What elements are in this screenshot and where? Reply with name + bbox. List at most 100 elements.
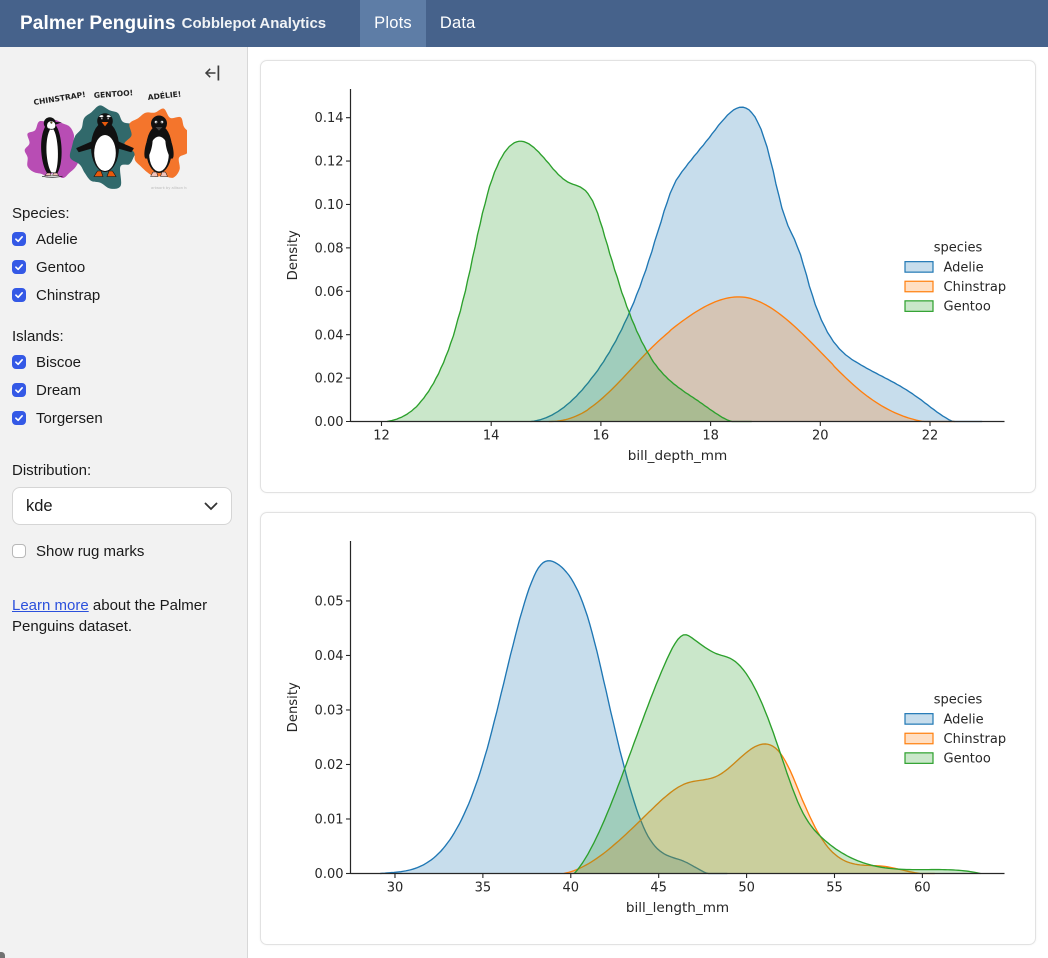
checkbox-row-adelie: Adelie	[12, 232, 235, 246]
checkbox-row-chinstrap: Chinstrap	[12, 288, 235, 302]
legend-patch-gentoo	[905, 753, 933, 764]
species-group-label: Species:	[12, 205, 235, 222]
learn-more-link[interactable]: Learn more	[12, 597, 89, 614]
y-tick-label: 0.10	[315, 198, 344, 213]
x-tick-label: 20	[812, 429, 829, 444]
legend-label-adelie: Adelie	[944, 261, 984, 276]
legend-patch-gentoo	[905, 301, 933, 312]
y-tick-label: 0.00	[315, 867, 344, 882]
legend-patch-chinstrap	[905, 733, 933, 744]
app-title: Palmer Penguins	[20, 13, 176, 35]
card-bill-length: 30 35 40 45 50 55 60 0.00 0.01 0.02 0.03 0.04 0.05 bi…	[260, 512, 1036, 945]
legend-patch-adelie	[905, 262, 933, 273]
x-tick-label: 55	[826, 881, 843, 896]
species-group: Species: Adelie Gentoo Chinstrap	[12, 205, 235, 316]
checkbox-label-rug: Show rug marks	[36, 543, 144, 560]
legend-label-chinstrap: Chinstrap	[944, 732, 1007, 747]
x-tick-label: 14	[483, 429, 500, 444]
islands-group-label: Islands:	[12, 328, 235, 345]
x-tick-label: 12	[373, 429, 390, 444]
collapse-left-icon	[204, 64, 221, 82]
checkbox-label-chinstrap: Chinstrap	[36, 287, 100, 304]
x-tick-label: 35	[475, 881, 492, 896]
x-tick-label: 30	[387, 881, 404, 896]
rug-group: Show rug marks	[12, 544, 235, 572]
app-layout: CHINSTRAP! GENTOO! ADÉLIE! artwork by al…	[0, 47, 1048, 958]
logo-captions: CHINSTRAP! GENTOO! ADÉLIE!	[33, 88, 182, 107]
card-bill-depth: 12 14 16 18 20 22 0.00 0.02 0.04 0.06 0.08 0.10 0.12…	[260, 60, 1036, 493]
x-axis-label: bill_depth_mm	[628, 448, 728, 464]
y-axis-label: Density	[286, 682, 301, 732]
y-tick-label: 0.04	[315, 649, 344, 664]
distribution-label: Distribution:	[12, 462, 235, 479]
artwork-signature: artwork by allison horst	[151, 186, 187, 190]
chevron-down-icon	[204, 502, 218, 511]
checkbox-chinstrap[interactable]	[12, 288, 26, 302]
y-axis-label: Density	[286, 230, 301, 280]
checkbox-row-torgersen: Torgersen	[12, 411, 235, 425]
y-tick-label: 0.04	[315, 328, 344, 343]
y-tick-label: 0.02	[315, 758, 344, 773]
distribution-value: kde	[26, 497, 204, 516]
x-tick-label: 60	[914, 881, 931, 896]
checkbox-row-gentoo: Gentoo	[12, 260, 235, 274]
distribution-group: Distribution: kde	[12, 462, 235, 525]
navbar-brand-group: Palmer Penguins Cobblepot Analytics	[0, 0, 326, 47]
navbar: Palmer Penguins Cobblepot Analytics Plot…	[0, 0, 1048, 47]
distribution-select[interactable]: kde	[12, 487, 232, 525]
chart-bill-length: 30 35 40 45 50 55 60 0.00 0.01 0.02 0.03 0.04 0.05 bi…	[261, 513, 1035, 944]
sidebar: CHINSTRAP! GENTOO! ADÉLIE! artwork by al…	[0, 47, 248, 958]
checkbox-label-adelie: Adelie	[36, 231, 78, 248]
y-tick-label: 0.08	[315, 241, 344, 256]
caption-gentoo: GENTOO!	[94, 88, 134, 100]
x-tick-label: 22	[922, 429, 939, 444]
x-tick-label: 16	[593, 429, 610, 444]
islands-group: Islands: Biscoe Dream Torgersen	[12, 328, 235, 439]
y-tick-label: 0.03	[315, 704, 344, 719]
chart-bill-depth: 12 14 16 18 20 22 0.00 0.02 0.04 0.06 0.08 0.10 0.12…	[261, 61, 1035, 492]
nav-tabs: Plots Data	[360, 0, 489, 47]
x-tick-label: 50	[738, 881, 755, 896]
legend-label-gentoo: Gentoo	[944, 752, 991, 767]
checkbox-torgersen[interactable]	[12, 411, 26, 425]
y-tick-label: 0.14	[315, 111, 344, 126]
checkbox-row-biscoe: Biscoe	[12, 355, 235, 369]
penguins-logo: CHINSTRAP! GENTOO! ADÉLIE! artwork by al…	[11, 86, 187, 197]
legend-title: species	[934, 241, 983, 256]
x-tick-label: 18	[702, 429, 719, 444]
checkbox-dream[interactable]	[12, 383, 26, 397]
checkbox-label-gentoo: Gentoo	[36, 259, 85, 276]
y-tick-label: 0.01	[315, 813, 344, 828]
legend-label-chinstrap: Chinstrap	[944, 280, 1007, 295]
learn-more-text: Learn more about the Palmer Penguins dat…	[12, 595, 217, 637]
x-axis-label: bill_length_mm	[626, 900, 729, 916]
checkbox-label-torgersen: Torgersen	[36, 410, 103, 427]
y-tick-label: 0.05	[315, 595, 344, 610]
y-tick-label: 0.02	[315, 372, 344, 387]
checkbox-rug[interactable]	[12, 544, 26, 558]
legend-patch-chinstrap	[905, 281, 933, 292]
main-content: 12 14 16 18 20 22 0.00 0.02 0.04 0.06 0.08 0.10 0.12…	[248, 47, 1048, 958]
checkbox-label-dream: Dream	[36, 382, 81, 399]
checkbox-adelie[interactable]	[12, 232, 26, 246]
checkbox-row-rug: Show rug marks	[12, 544, 235, 558]
y-tick-label: 0.06	[315, 285, 344, 300]
checkbox-biscoe[interactable]	[12, 355, 26, 369]
y-tick-label: 0.00	[315, 415, 344, 430]
legend-title: species	[934, 693, 983, 708]
tab-data[interactable]: Data	[426, 0, 490, 47]
corner-notification	[0, 952, 5, 958]
penguins-artwork: CHINSTRAP! GENTOO! ADÉLIE! artwork by al…	[11, 86, 187, 192]
caption-adelie: ADÉLIE!	[147, 90, 181, 102]
legend-label-adelie: Adelie	[944, 713, 984, 728]
app-subtitle: Cobblepot Analytics	[182, 15, 326, 32]
x-tick-label: 45	[650, 881, 667, 896]
sidebar-collapse-button[interactable]	[204, 64, 221, 82]
caption-chinstrap: CHINSTRAP!	[33, 90, 86, 107]
checkbox-label-biscoe: Biscoe	[36, 354, 81, 371]
y-tick-label: 0.12	[315, 155, 344, 170]
legend-patch-adelie	[905, 714, 933, 725]
checkbox-gentoo[interactable]	[12, 260, 26, 274]
x-tick-label: 40	[563, 881, 580, 896]
tab-plots[interactable]: Plots	[360, 0, 426, 47]
